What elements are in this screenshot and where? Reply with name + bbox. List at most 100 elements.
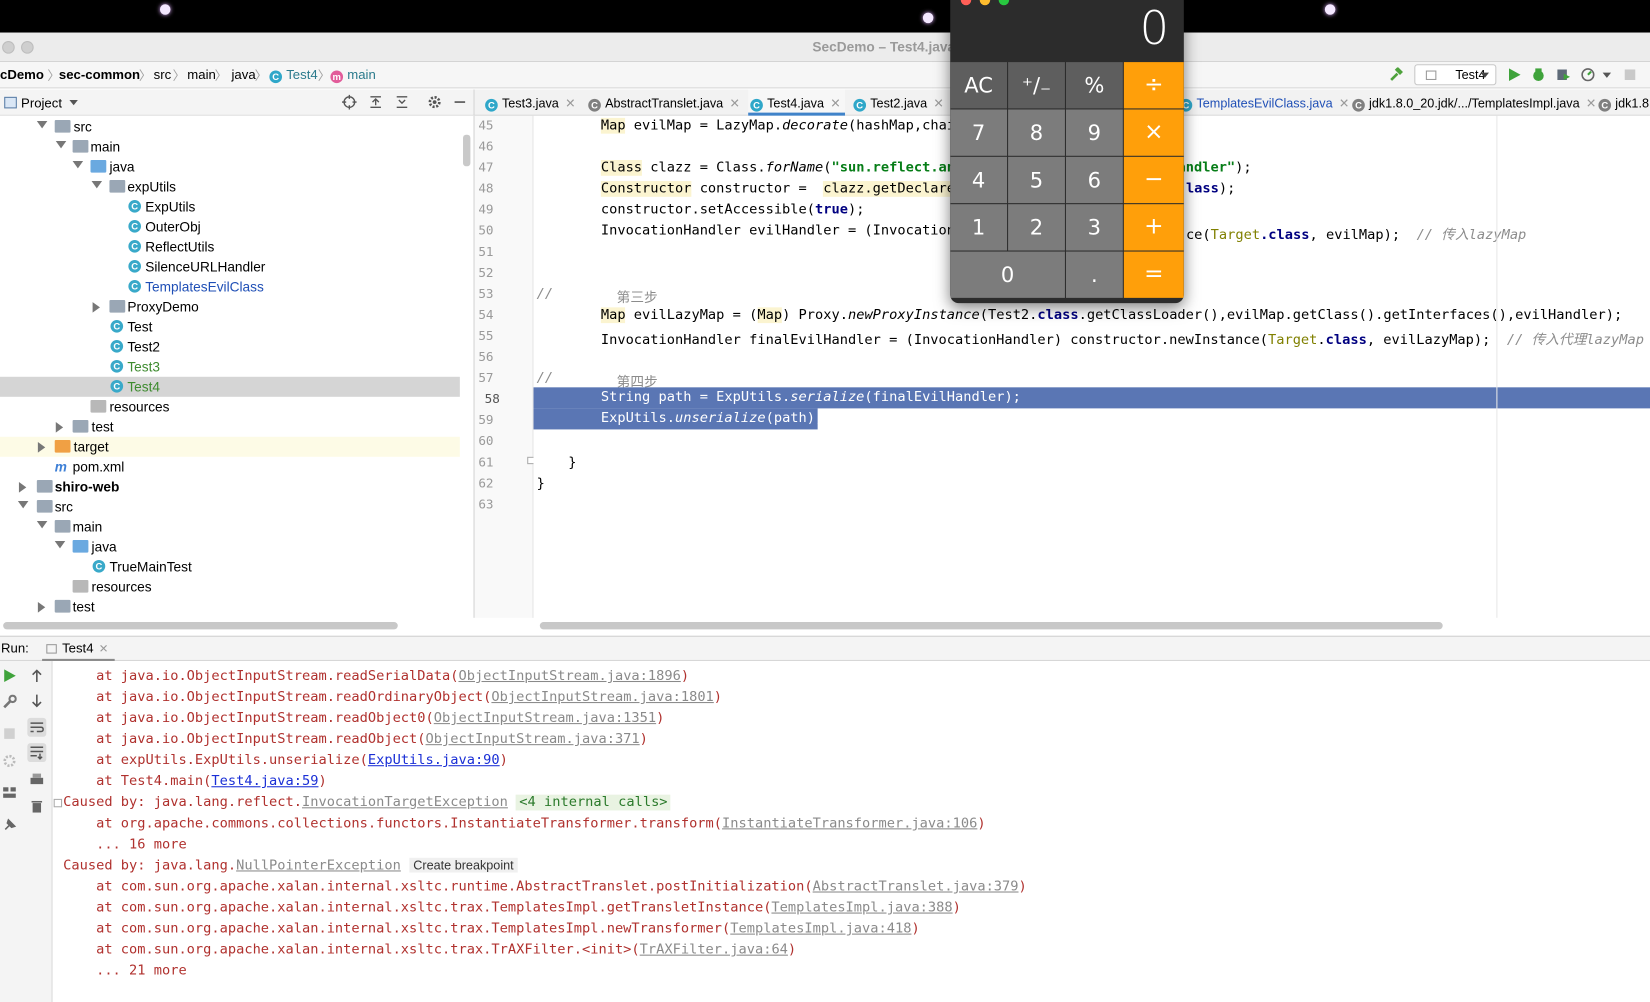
tree-item[interactable]: C OuterObj [0,217,460,237]
print-icon[interactable] [29,773,44,788]
breadcrumb-item[interactable]: src [154,67,172,82]
expand-arrow-icon[interactable] [36,121,48,129]
collapse-arrow-icon[interactable] [37,602,46,613]
tree-scrollbar[interactable] [463,134,471,167]
wrench-icon[interactable] [2,694,17,710]
gear-icon[interactable] [427,95,442,110]
tab-jdk[interactable]: Cjdk1.8 [1598,89,1649,115]
calculator-key-7[interactable]: 7 [950,109,1008,156]
tree-item[interactable]: C Test3 [0,357,460,377]
profile-icon[interactable] [1581,67,1596,82]
tree-item-selected[interactable]: C Test4 [0,376,460,397]
breadcrumb-item[interactable]: sec-common [59,67,140,82]
editor-horizontal-scrollbar[interactable] [539,622,1443,630]
tree-item[interactable]: resources [0,577,460,597]
project-view-select[interactable]: Project [21,96,79,111]
calculator-key-subtract[interactable]: − [1123,156,1184,204]
console-link[interactable]: ObjectInputStream.java:1896 [458,668,680,684]
console-link[interactable]: NullPointerException [236,858,401,874]
calculator-key-multiply[interactable]: × [1123,109,1184,156]
close-icon[interactable]: ✕ [730,96,741,111]
coverage-icon[interactable] [1556,67,1571,82]
expand-arrow-icon[interactable] [91,181,103,189]
calculator-key-0[interactable]: 0 [950,251,1065,298]
breadcrumb-method[interactable]: m main [330,67,376,84]
tree-item[interactable]: C SilenceURLHandler [0,257,460,277]
collapse-arrow-icon[interactable] [18,482,27,493]
close-icon[interactable]: ✕ [1339,96,1350,111]
console-link[interactable]: ObjectInputStream.java:371 [426,732,640,748]
tab-templatesimpl[interactable]: Cjdk1.8.0_20.jdk/.../TemplatesImpl.java ✕ [1352,89,1597,115]
calculator-key-divide[interactable]: ÷ [1123,62,1184,109]
calculator-key-add[interactable]: + [1123,204,1184,251]
collapse-arrow-icon[interactable] [92,302,100,313]
layout-icon[interactable] [2,785,17,800]
tree-item[interactable]: src [0,497,460,517]
close-icon[interactable]: ✕ [565,96,576,111]
breadcrumb-item[interactable]: main [187,67,216,82]
build-hammer-icon[interactable] [1389,67,1404,82]
tree-item[interactable]: m pom.xml [0,457,460,477]
tab-abstracttranslet[interactable]: C AbstractTranslet.java ✕ [588,89,740,115]
stop-icon[interactable] [2,726,17,741]
scroll-to-end-icon[interactable] [27,743,47,763]
console-link[interactable]: ExpUtils.java:90 [368,753,500,769]
locate-icon[interactable] [341,94,357,110]
breadcrumb-class[interactable]: C Test4 [269,67,318,84]
window-minimize-button[interactable] [21,41,34,54]
trash-icon[interactable] [29,799,44,814]
expand-all-icon[interactable] [368,95,383,110]
calculator-key-9[interactable]: 9 [1065,109,1123,156]
collapse-arrow-icon[interactable] [55,422,64,433]
calculator-key-5[interactable]: 5 [1008,156,1065,204]
tree-item[interactable]: shiro-web [0,477,460,497]
console-link[interactable]: ObjectInputStream.java:1351 [434,710,656,726]
tree-item[interactable]: java [0,157,460,177]
console-link[interactable]: ObjectInputStream.java:1801 [491,689,713,705]
chevron-down-icon[interactable] [1602,72,1612,78]
tree-item[interactable]: expUtils [0,177,460,197]
run-icon[interactable] [1507,67,1522,82]
calculator-key-ac[interactable]: AC [950,62,1008,109]
calculator-key-8[interactable]: 8 [1008,109,1065,156]
console-link[interactable]: TemplatesImpl.java:418 [730,921,911,937]
pin-icon[interactable] [2,818,17,833]
tree-item[interactable]: C ExpUtils [0,197,460,217]
calculator-key-equals[interactable]: = [1123,251,1184,298]
tree-item[interactable]: C TrueMainTest [0,557,460,577]
tree-item[interactable]: main [0,137,460,157]
calculator-key-plus-minus[interactable]: ⁺∕₋ [1008,62,1065,109]
run-tab[interactable]: Test4 ✕ [42,637,115,661]
create-breakpoint-button[interactable]: Create breakpoint [409,857,518,873]
calculator-close-button[interactable] [960,0,972,6]
calculator-key-6[interactable]: 6 [1065,156,1123,204]
expand-arrow-icon[interactable] [55,141,67,149]
calculator-key-4[interactable]: 4 [950,156,1008,204]
tree-item[interactable]: C TemplatesEvilClass [0,277,460,297]
tab-test3[interactable]: C Test3.java ✕ [485,89,576,115]
tab-templatesevilclass[interactable]: C TemplatesEvilClass.java ✕ [1179,89,1350,115]
console-output[interactable]: at java.io.ObjectInputStream.readSerialD… [52,660,1650,1002]
tree-item[interactable]: src [0,117,460,137]
close-icon[interactable]: ✕ [1586,96,1597,111]
breadcrumb-item[interactable]: java [232,67,256,82]
console-link[interactable]: TemplatesImpl.java:388 [771,900,952,916]
expand-arrow-icon[interactable] [36,520,48,529]
tab-test2[interactable]: C Test2.java ✕ [853,89,944,115]
console-link[interactable]: TrAXFilter.java:64 [640,942,788,958]
calculator-key-decimal[interactable]: . [1065,251,1123,298]
calculator-zoom-button[interactable] [998,0,1010,6]
close-icon[interactable]: ✕ [99,643,109,656]
settings-icon[interactable] [2,754,17,769]
debug-icon[interactable] [1531,67,1546,82]
expand-arrow-icon[interactable] [72,161,84,169]
close-icon[interactable]: ✕ [830,96,841,111]
console-link[interactable]: Test4.java:59 [211,774,318,790]
collapse-arrow-icon[interactable] [37,442,46,453]
calculator-minimize-button[interactable] [979,0,991,6]
tree-item[interactable]: ProxyDemo [0,297,460,317]
console-link[interactable]: InstantiateTransformer.java:106 [722,816,977,832]
close-icon[interactable]: ✕ [933,96,944,111]
run-configuration-select[interactable]: Test4 [1414,64,1497,86]
collapse-all-icon[interactable] [395,95,410,110]
